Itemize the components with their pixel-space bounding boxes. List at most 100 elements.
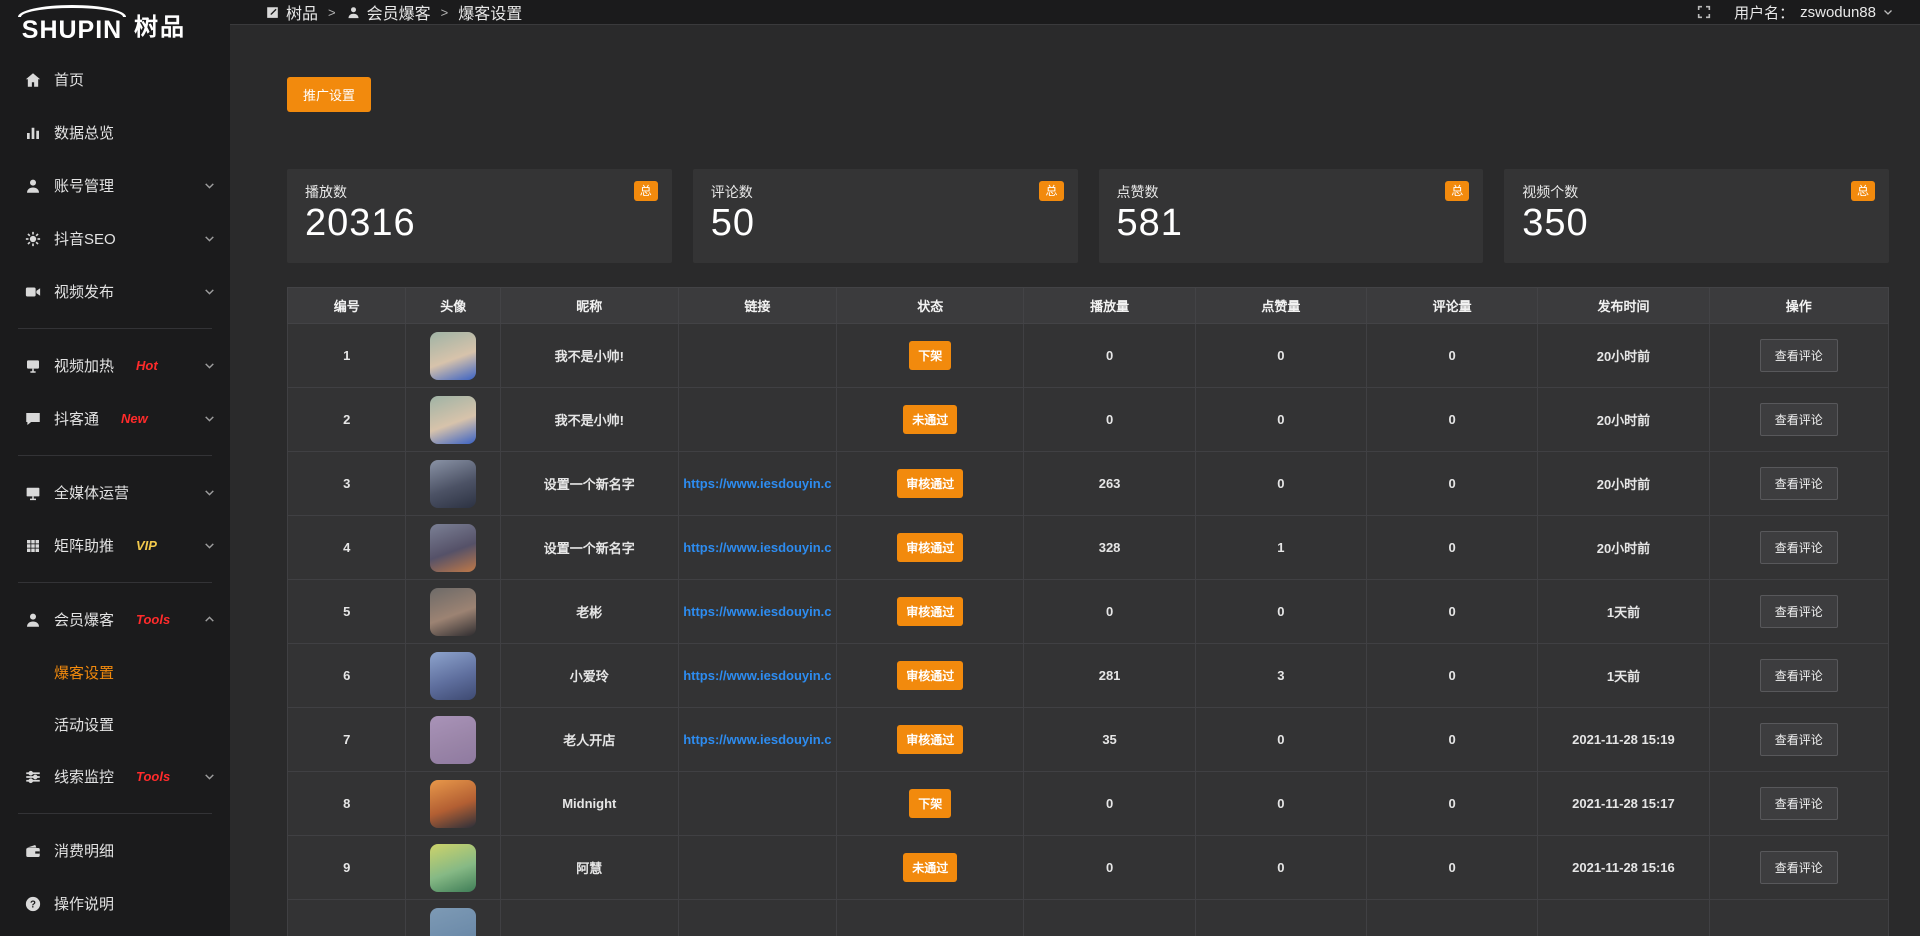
cell-likes: 0 bbox=[1195, 452, 1366, 516]
video-link[interactable]: https://www.iesdouyin.c bbox=[683, 540, 831, 555]
cell-avatar bbox=[406, 516, 500, 580]
status-badge-button[interactable]: 审核通过 bbox=[897, 597, 963, 626]
cell-comments: 0 bbox=[1367, 388, 1538, 452]
sidebar-item-label: 视频加热 bbox=[54, 355, 114, 376]
sidebar-item-视频发布[interactable]: 视频发布 bbox=[0, 265, 230, 318]
cell-time bbox=[1538, 900, 1709, 936]
logo[interactable]: SHUPIN 树品 bbox=[0, 0, 230, 48]
sidebar-item-label: 首页 bbox=[54, 69, 84, 90]
table-row: 3设置一个新名字https://www.iesdouyin.c审核通过26300… bbox=[288, 452, 1889, 516]
view-comments-button[interactable]: 查看评论 bbox=[1760, 595, 1838, 628]
dashboard-icon bbox=[265, 5, 280, 20]
column-header-发布时间: 发布时间 bbox=[1538, 288, 1709, 324]
view-comments-button[interactable]: 查看评论 bbox=[1760, 403, 1838, 436]
sidebar-item-badge: Tools bbox=[136, 769, 170, 784]
sidebar-item-消费明细[interactable]: 消费明细 bbox=[0, 824, 230, 877]
video-icon bbox=[24, 283, 42, 301]
stat-card-点赞数: 点赞数581总 bbox=[1099, 169, 1484, 263]
stat-value: 20316 bbox=[305, 202, 654, 246]
breadcrumb-item-2[interactable]: 会员爆客 bbox=[346, 0, 431, 24]
cell-comments: 0 bbox=[1367, 836, 1538, 900]
view-comments-button[interactable]: 查看评论 bbox=[1760, 851, 1838, 884]
breadcrumb-item-1[interactable]: 树品 bbox=[265, 0, 318, 24]
stat-label: 点赞数 bbox=[1117, 182, 1466, 202]
cell-likes: 0 bbox=[1195, 580, 1366, 644]
cell-avatar bbox=[406, 900, 500, 936]
view-comments-button[interactable]: 查看评论 bbox=[1760, 787, 1838, 820]
promo-settings-button[interactable]: 推广设置 bbox=[287, 77, 371, 112]
view-comments-button[interactable]: 查看评论 bbox=[1760, 531, 1838, 564]
cell-avatar bbox=[406, 580, 500, 644]
video-link[interactable]: https://www.iesdouyin.c bbox=[683, 604, 831, 619]
sidebar-item-badge: New bbox=[121, 411, 148, 426]
status-badge-button[interactable]: 审核通过 bbox=[897, 533, 963, 562]
cell-nickname bbox=[500, 900, 678, 936]
status-badge-button[interactable]: 未通过 bbox=[903, 405, 957, 434]
cell-time: 20小时前 bbox=[1538, 516, 1709, 580]
status-badge-button[interactable]: 未通过 bbox=[903, 853, 957, 882]
cell-likes: 0 bbox=[1195, 836, 1366, 900]
view-comments-button[interactable]: 查看评论 bbox=[1760, 723, 1838, 756]
cell-action: 查看评论 bbox=[1709, 452, 1888, 516]
cell-time: 20小时前 bbox=[1538, 324, 1709, 388]
view-comments-button[interactable]: 查看评论 bbox=[1760, 659, 1838, 692]
stat-card-播放数: 播放数20316总 bbox=[287, 169, 672, 263]
cell-nickname: 我不是小帅! bbox=[500, 324, 678, 388]
status-badge-button[interactable]: 下架 bbox=[909, 341, 951, 370]
video-link[interactable]: https://www.iesdouyin.c bbox=[683, 476, 831, 491]
sidebar-item-label: 数据总览 bbox=[54, 122, 114, 143]
column-header-链接: 链接 bbox=[678, 288, 836, 324]
status-badge-button[interactable]: 下架 bbox=[909, 789, 951, 818]
cell-action: 查看评论 bbox=[1709, 644, 1888, 708]
cell-nickname: 老彬 bbox=[500, 580, 678, 644]
breadcrumb-label: 爆客设置 bbox=[458, 0, 522, 24]
status-badge-button[interactable]: 审核通过 bbox=[897, 661, 963, 690]
sidebar-item-label: 消费明细 bbox=[54, 840, 114, 861]
cell-plays: 0 bbox=[1024, 324, 1195, 388]
sidebar-item-视频加热[interactable]: 视频加热Hot bbox=[0, 339, 230, 392]
sidebar-item-线索监控[interactable]: 线索监控Tools bbox=[0, 750, 230, 803]
logo-text-cn: 树品 bbox=[134, 7, 186, 42]
view-comments-button[interactable]: 查看评论 bbox=[1760, 339, 1838, 372]
sidebar-item-操作说明[interactable]: ?操作说明 bbox=[0, 877, 230, 930]
cell-id: 4 bbox=[288, 516, 406, 580]
sidebar-item-抖音SEO[interactable]: 抖音SEO bbox=[0, 212, 230, 265]
view-comments-button[interactable]: 查看评论 bbox=[1760, 467, 1838, 500]
sidebar-divider bbox=[18, 455, 212, 456]
cell-id bbox=[288, 900, 406, 936]
chevron-down-icon bbox=[203, 486, 216, 499]
sidebar-item-数据总览[interactable]: 数据总览 bbox=[0, 106, 230, 159]
avatar bbox=[430, 780, 476, 828]
sidebar-item-首页[interactable]: 首页 bbox=[0, 53, 230, 106]
sidebar-item-抖客通[interactable]: 抖客通New bbox=[0, 392, 230, 445]
status-badge-button[interactable]: 审核通过 bbox=[897, 469, 963, 498]
cell-action: 查看评论 bbox=[1709, 516, 1888, 580]
cell-likes: 1 bbox=[1195, 516, 1366, 580]
sidebar-item-矩阵助推[interactable]: 矩阵助推VIP bbox=[0, 519, 230, 572]
video-link[interactable]: https://www.iesdouyin.c bbox=[683, 668, 831, 683]
avatar bbox=[430, 844, 476, 892]
sidebar-divider bbox=[18, 582, 212, 583]
chevron-down-icon bbox=[203, 232, 216, 245]
user-icon bbox=[24, 177, 42, 195]
fullscreen-icon[interactable] bbox=[1696, 4, 1712, 20]
cell-likes: 0 bbox=[1195, 388, 1366, 452]
sidebar-item-全媒体运营[interactable]: 全媒体运营 bbox=[0, 466, 230, 519]
cell-status: 未通过 bbox=[837, 388, 1024, 452]
stat-cards: 播放数20316总评论数50总点赞数581总视频个数350总 bbox=[287, 169, 1889, 263]
sidebar-subitem-活动设置[interactable]: 活动设置 bbox=[0, 698, 230, 750]
status-badge-button[interactable]: 审核通过 bbox=[897, 725, 963, 754]
cell-action: 查看评论 bbox=[1709, 708, 1888, 772]
video-link[interactable]: https://www.iesdouyin.c bbox=[683, 732, 831, 747]
user-menu[interactable]: 用户名：zswodun88 bbox=[1734, 2, 1894, 23]
table-row: 2我不是小帅!未通过00020小时前查看评论 bbox=[288, 388, 1889, 452]
table-row: 6小爱玲https://www.iesdouyin.c审核通过281301天前查… bbox=[288, 644, 1889, 708]
home-icon bbox=[24, 71, 42, 89]
cell-id: 1 bbox=[288, 324, 406, 388]
breadcrumb-item-3[interactable]: 爆客设置 bbox=[458, 0, 522, 24]
column-header-点赞量: 点赞量 bbox=[1195, 288, 1366, 324]
sidebar-item-会员爆客[interactable]: 会员爆客Tools bbox=[0, 593, 230, 646]
stat-total-badge: 总 bbox=[1039, 181, 1063, 201]
sidebar-item-账号管理[interactable]: 账号管理 bbox=[0, 159, 230, 212]
sidebar-subitem-爆客设置[interactable]: 爆客设置 bbox=[0, 646, 230, 698]
